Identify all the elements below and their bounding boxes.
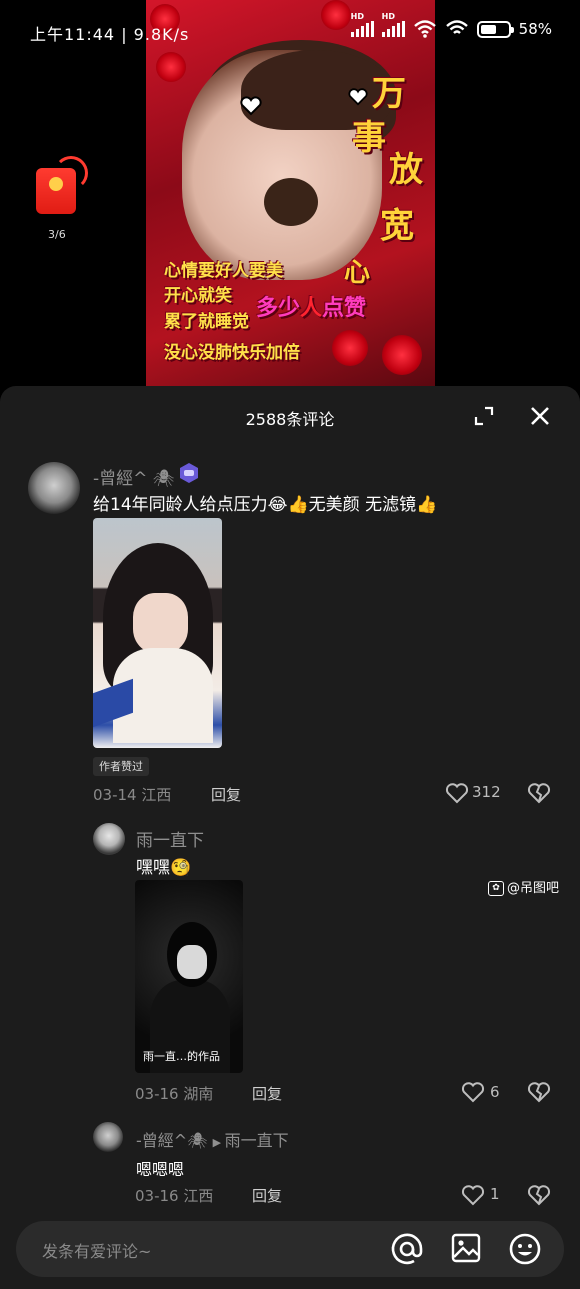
reply-button[interactable]: 回复	[252, 1083, 282, 1104]
reply-button[interactable]: 回复	[252, 1185, 282, 1206]
comment-text: 给14年同龄人给点压力😂👍无美颜 无滤镜👍	[93, 495, 438, 515]
comment-date-location: 03-16 湖南	[135, 1085, 214, 1103]
overlay-char: 万	[372, 74, 406, 114]
overlay-mixed-text: 多少人点赞	[256, 296, 367, 321]
overlay-char: 心	[344, 258, 371, 288]
comment-username[interactable]: -曾經^ 🕷	[93, 464, 174, 489]
dislike-broken-heart-icon[interactable]	[527, 1081, 551, 1103]
red-packet-icon[interactable]	[36, 156, 88, 214]
signal-icon-2: HD	[381, 12, 405, 37]
image-icon[interactable]	[450, 1232, 482, 1264]
comment-photo[interactable]	[93, 518, 222, 748]
overlay-char: 宽	[380, 206, 414, 246]
like-heart-icon[interactable]	[461, 1184, 485, 1206]
overlay-char: 事	[352, 118, 386, 158]
comment-username[interactable]: -曾經^🕷 ▶ 雨一直下	[136, 1127, 289, 1151]
comment-username[interactable]: 雨一直下	[136, 826, 204, 851]
avatar[interactable]	[93, 1122, 123, 1152]
heart-icon	[240, 96, 262, 116]
dislike-broken-heart-icon[interactable]	[527, 782, 551, 804]
comment-text: 嘿嘿🧐	[136, 858, 192, 878]
close-icon[interactable]	[529, 405, 551, 427]
reply-button[interactable]: 回复	[211, 784, 241, 805]
like-heart-icon[interactable]	[461, 1081, 485, 1103]
comment-photo[interactable]: 雨一直…的作品	[135, 880, 243, 1073]
reply-to-username[interactable]: 雨一直下	[225, 1131, 289, 1150]
spider-emoji-icon: 🕷	[152, 469, 175, 489]
overlay-line: 心情要好人要美	[164, 261, 283, 281]
photo-caption: 雨一直…的作品	[143, 1050, 220, 1063]
comment-date-location: 03-14 江西	[93, 786, 172, 804]
comment-input-placeholder[interactable]: 发条有爱评论~	[42, 1238, 151, 1262]
reply-arrow-icon: ▶	[212, 1136, 225, 1149]
level-badge-icon	[180, 463, 198, 483]
rose-decoration	[382, 335, 422, 375]
emoji-icon[interactable]	[508, 1232, 542, 1266]
overlay-line: 没心没肺快乐加倍	[164, 343, 300, 363]
status-bar: 上午11:44 | 9.8K/s HD HD 58%	[0, 0, 580, 66]
avatar[interactable]	[28, 462, 80, 514]
battery-percent: 58%	[518, 20, 552, 38]
battery-icon	[476, 20, 514, 38]
heart-icon	[348, 88, 368, 106]
wifi-icon	[413, 20, 436, 38]
overlay-char: 放	[389, 150, 423, 190]
watermark: ✿ @吊图吧	[488, 877, 559, 896]
red-packet-count: 3/6	[48, 228, 66, 241]
author-liked-badge: 作者赞过	[93, 757, 149, 776]
like-heart-icon[interactable]	[445, 782, 469, 804]
spider-emoji-icon: 🕷	[187, 1131, 208, 1150]
like-count: 312	[472, 783, 501, 801]
like-count: 6	[490, 1083, 500, 1101]
mention-at-icon[interactable]	[390, 1232, 424, 1266]
avatar[interactable]	[93, 823, 125, 855]
wifi-icon-2	[445, 20, 468, 34]
paw-logo-icon: ✿	[488, 881, 504, 896]
signal-icon: HD	[350, 12, 374, 37]
comment-text: 嗯嗯嗯	[136, 1160, 185, 1179]
expand-icon[interactable]	[474, 406, 494, 426]
comment-input-bar[interactable]: 发条有爱评论~	[16, 1221, 564, 1277]
rose-decoration	[332, 330, 368, 366]
overlay-line: 开心就笑	[164, 286, 232, 306]
comment-panel: 2588条评论 -曾經^ 🕷 给14年同龄人给点压力😂👍无美颜 无滤镜👍 作者赞…	[0, 386, 580, 1289]
status-time-speed: 上午11:44 | 9.8K/s	[30, 25, 190, 44]
dog-nose-sticker	[264, 178, 318, 226]
like-count: 1	[490, 1185, 500, 1203]
status-icons: HD HD 58%	[350, 12, 552, 38]
dislike-broken-heart-icon[interactable]	[527, 1184, 551, 1206]
comment-date-location: 03-16 江西	[135, 1187, 214, 1205]
overlay-line: 累了就睡觉	[164, 312, 249, 332]
